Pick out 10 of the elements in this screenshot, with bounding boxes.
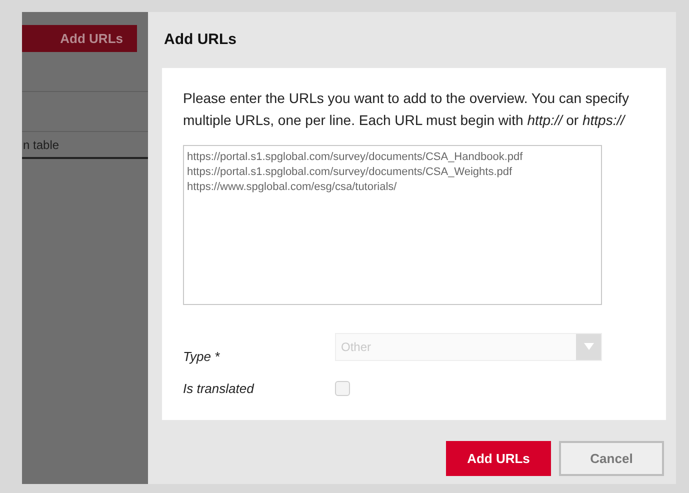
dialog-title: Add URLs — [164, 30, 236, 50]
add-urls-button[interactable]: Add URLs — [22, 25, 137, 52]
urls-field[interactable]: https://portal.s1.spglobal.com/survey/documents/CSA_Handbook.pdf https://portal.s1.spglobal.com/survey/documents/CSA_Weights.pdf https://www.spglobal.com/esg/csa/tutorials/ — [183, 145, 602, 305]
intro-text: Please enter the URLs you want to add to the overview. You can specify multiple URLs, one per line. Each URL must begin with http:// or https:// — [183, 89, 630, 130]
checkbox[interactable] — [335, 380, 350, 396]
is-translated-label: Is translated — [183, 380, 256, 398]
cancel-button[interactable]: Cancel — [559, 441, 664, 476]
type-label: Type * — [183, 348, 221, 366]
add-urls-button[interactable]: Add URLs — [446, 441, 551, 476]
table-label: n table — [23, 136, 60, 154]
